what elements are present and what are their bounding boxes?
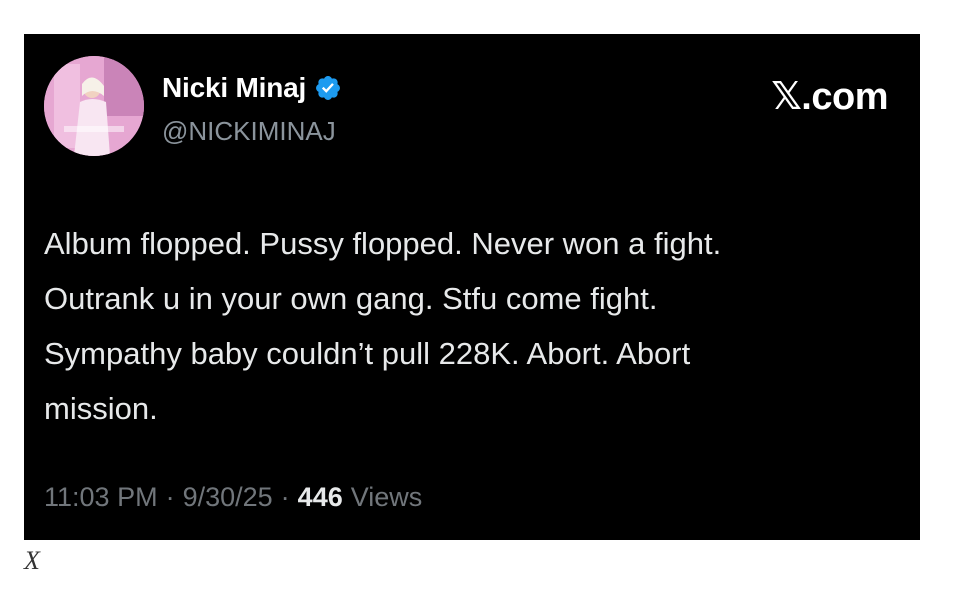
avatar-image (44, 56, 144, 156)
tweet-text: Album flopped. Pussy flopped. Never won … (44, 226, 722, 426)
tweet-time[interactable]: 11:03 PM (44, 482, 158, 513)
views-label: Views (350, 482, 423, 512)
separator-dot: · (280, 482, 290, 512)
display-name[interactable]: Nicki Minaj (162, 72, 306, 104)
image-caption: X (24, 546, 40, 575)
tweet-metadata: 11:03 PM · 9/30/25 · 446 Views (44, 482, 422, 513)
user-handle[interactable]: @NICKIMINAJ (162, 116, 336, 147)
x-logo-brand: 𝕏.com (771, 76, 888, 118)
verified-badge-icon (314, 74, 342, 102)
views-count: 446 (297, 482, 343, 512)
tweet-date[interactable]: 9/30/25 (183, 482, 273, 513)
tweet-card: Nicki Minaj @NICKIMINAJ 𝕏.com Album flop… (24, 34, 920, 540)
screenshot-stage: Nicki Minaj @NICKIMINAJ 𝕏.com Album flop… (0, 0, 959, 590)
avatar[interactable] (44, 56, 144, 156)
separator-dot: · (165, 482, 175, 512)
display-name-row: Nicki Minaj (162, 72, 342, 104)
